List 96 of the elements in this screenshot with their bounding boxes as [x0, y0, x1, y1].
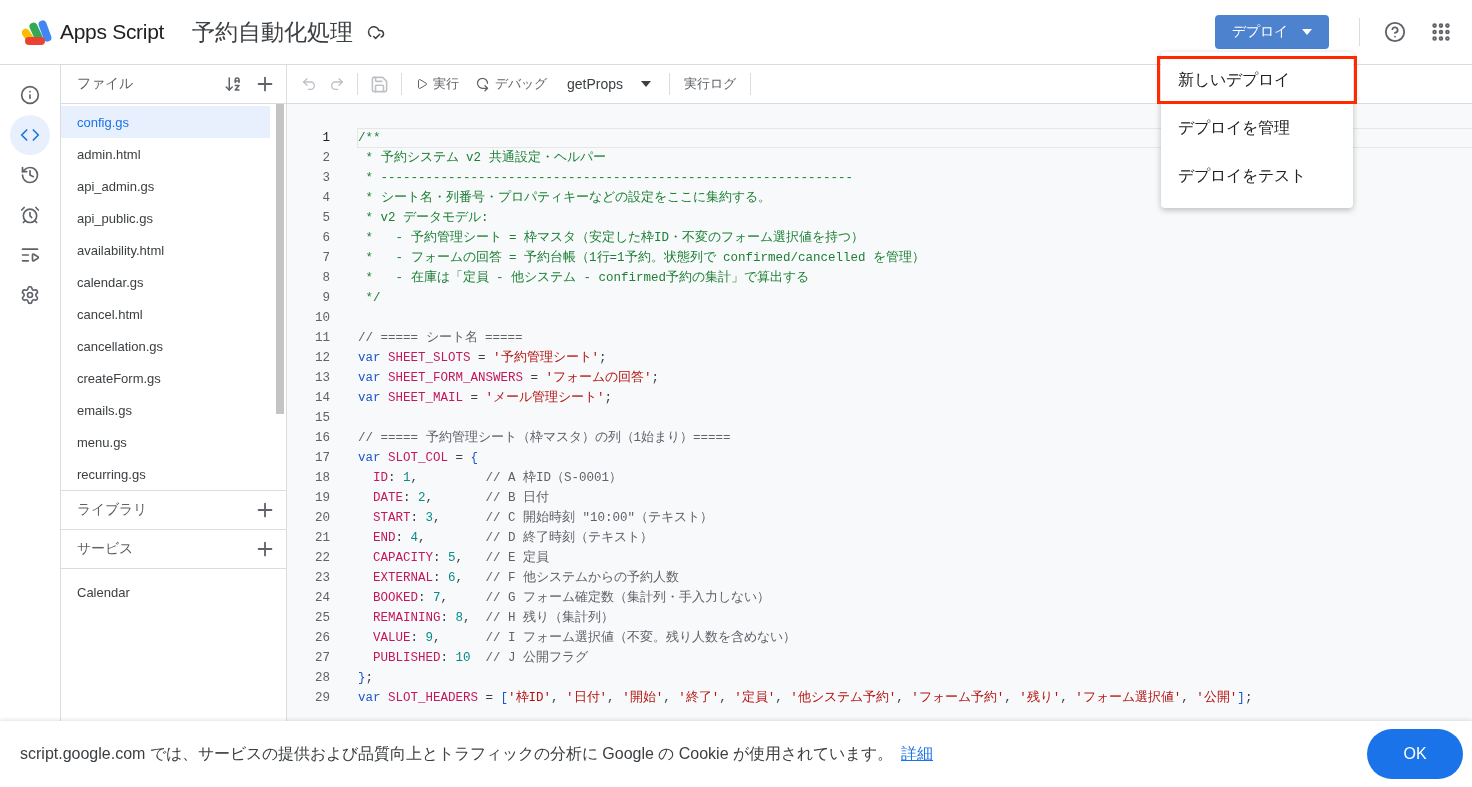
- run-button[interactable]: 実行: [414, 75, 461, 93]
- execution-log-button[interactable]: 実行ログ: [682, 75, 739, 93]
- code-line: DATE: 2, // B 日付: [372, 490, 550, 507]
- debug-icon: [475, 76, 490, 92]
- file-item[interactable]: createForm.gs: [61, 362, 270, 394]
- code-line: PUBLISHED: 10 // J 公開フラグ: [372, 649, 589, 667]
- code-line: CAPACITY: 5, // E 定員: [372, 549, 550, 567]
- file-item[interactable]: emails.gs: [61, 394, 270, 426]
- code-line: * - フォームの回答 = 予約台帳（1行=1予約。状態列で confirmed/cancelled を管理）: [364, 249, 926, 267]
- file-item[interactable]: config.gs: [61, 106, 270, 138]
- line-number: 3: [321, 171, 330, 185]
- deploy-button[interactable]: デプロイ: [1215, 15, 1329, 49]
- play-icon: [416, 78, 428, 90]
- code-line: var SLOT_HEADERS = ['枠ID', '日付', '開始', '終了', '定員', '他システム予約', 'フォーム予約', '残り', 'フォーム選択値', '公開'];: [358, 689, 1253, 707]
- code-line: END: 4, // D 終了時刻（テキスト）: [372, 529, 654, 547]
- line-number: 26: [314, 631, 330, 645]
- files-heading: ファイル: [77, 75, 134, 93]
- line-number: 27: [314, 651, 330, 665]
- scrollbar-thumb[interactable]: [276, 104, 284, 414]
- line-number: 16: [314, 431, 330, 445]
- line-number: 19: [314, 491, 330, 505]
- code-line: * 予約システム v2 共通設定・ヘルパー: [364, 149, 606, 167]
- function-select[interactable]: getProps: [561, 76, 658, 92]
- line-number: 22: [314, 551, 330, 565]
- code-line: // ===== シート名 =====: [358, 329, 523, 347]
- line-number: 21: [314, 531, 330, 545]
- cloud-saved-icon: [367, 23, 386, 41]
- line-number: 24: [314, 591, 330, 605]
- code-line: BOOKED: 7, // G フォーム確定数（集計列・手入力しない）: [372, 589, 771, 607]
- line-number: 14: [314, 391, 330, 405]
- line-number: 7: [321, 251, 330, 265]
- details-link[interactable]: 詳細: [901, 744, 933, 762]
- code-line: VALUE: 9, // I フォーム選択値（不変。残り人数を含めない）: [372, 629, 797, 647]
- code-line: START: 3, // C 開始時刻 "10:00"（テキスト）: [372, 509, 714, 527]
- ok-button[interactable]: OK: [1367, 729, 1463, 779]
- debug-button[interactable]: デバッグ: [473, 75, 549, 93]
- menu-item[interactable]: デプロイを管理: [1157, 104, 1357, 152]
- menu-item[interactable]: デプロイをテスト: [1157, 152, 1357, 200]
- file-item[interactable]: api_public.gs: [61, 202, 270, 234]
- code-line: * - 在庫は「定員 - 他システム - confirmed予約の集計」で算出する: [364, 269, 810, 287]
- file-item[interactable]: admin.html: [61, 138, 270, 170]
- code-line: * v2 データモデル:: [364, 210, 489, 227]
- code-line: * ---------------------------------------------------------------: [364, 170, 854, 187]
- libraries-heading: ライブラリ: [77, 501, 148, 519]
- code-line: var SLOT_COL = {: [358, 450, 479, 467]
- caret-icon: [1302, 29, 1312, 35]
- line-number: 6: [321, 231, 330, 245]
- menu-item[interactable]: 新しいデプロイ: [1157, 56, 1357, 104]
- code-line: * - 予約管理シート = 枠マスタ（安定した枠ID・不変のフォーム選択値を持つ）: [364, 229, 864, 247]
- line-number: 15: [314, 411, 330, 425]
- line-number: 23: [314, 571, 330, 585]
- line-number: 11: [314, 331, 330, 345]
- line-number: 4: [321, 191, 330, 205]
- service-item[interactable]: Calendar: [61, 568, 286, 615]
- code-line: REMAINING: 8, // H 残り（集計列）: [372, 609, 615, 627]
- line-number: 1: [321, 131, 330, 145]
- line-number: 8: [321, 271, 330, 285]
- line-number: 29: [314, 691, 330, 705]
- sort-icon[interactable]: [224, 75, 242, 93]
- line-number: 17: [314, 451, 330, 465]
- cookie-notice: script.google.com では、サービスの提供および品質向上とトラフィックの分析に Google の Cookie が使用されています。 詳細: [20, 743, 934, 764]
- code-line: /**: [358, 130, 381, 147]
- file-item[interactable]: cancellation.gs: [61, 330, 270, 362]
- file-item[interactable]: availability.html: [61, 234, 270, 266]
- code-line: */: [364, 290, 381, 307]
- code-line: var SHEET_FORM_ANSWERS = 'フォームの回答';: [358, 369, 660, 387]
- apps-grid-icon[interactable]: [1430, 21, 1452, 43]
- project-title[interactable]: 予約自動化処理: [192, 16, 354, 48]
- code-line: var SHEET_MAIL = 'メール管理シート';: [358, 389, 613, 407]
- code-line: // ===== 予約管理シート（枠マスタ）の列（1始まり）=====: [358, 429, 731, 447]
- file-item[interactable]: api_admin.gs: [61, 170, 270, 202]
- line-number: 20: [314, 511, 330, 525]
- services-heading: サービス: [77, 540, 134, 558]
- caret-icon: [641, 81, 652, 87]
- logo-icon: [22, 18, 54, 46]
- line-number: 28: [314, 671, 330, 685]
- editor-nav-icon[interactable]: [10, 115, 50, 155]
- file-item[interactable]: calendar.gs: [61, 266, 270, 298]
- file-item[interactable]: cancel.html: [61, 298, 270, 330]
- line-number: 18: [314, 471, 330, 485]
- line-number: 5: [321, 211, 330, 225]
- line-number: 2: [321, 151, 330, 165]
- line-number: 10: [314, 311, 330, 325]
- file-item[interactable]: recurring.gs: [61, 458, 270, 490]
- product-name: Apps Script: [60, 20, 165, 44]
- line-number: 13: [314, 371, 330, 385]
- code-line: var SHEET_SLOTS = '予約管理シート';: [358, 349, 607, 367]
- code-line: EXTERNAL: 6, // F 他システムからの予約人数: [372, 569, 680, 587]
- help-icon[interactable]: [1384, 21, 1406, 43]
- file-item[interactable]: menu.gs: [61, 426, 270, 458]
- line-number: 25: [314, 611, 330, 625]
- line-number: 9: [321, 291, 330, 305]
- line-number: 12: [314, 351, 330, 365]
- code-line: ID: 1, // A 枠ID（S-0001）: [372, 469, 623, 487]
- code-line: * シート名・列番号・プロパティキーなどの設定をここに集約する。: [364, 189, 771, 207]
- code-line: };: [358, 670, 374, 687]
